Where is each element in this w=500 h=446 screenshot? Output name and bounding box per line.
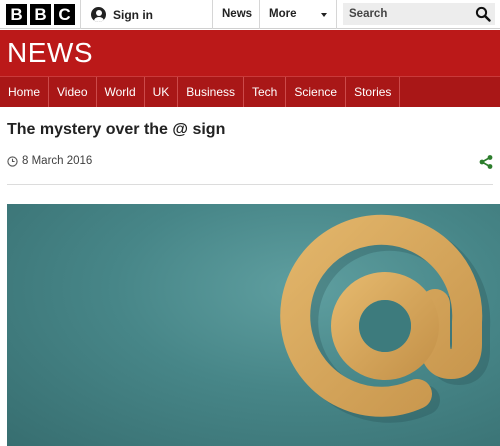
news-title[interactable]: NEWS bbox=[7, 37, 93, 69]
nav-item-video[interactable]: Video bbox=[49, 77, 97, 107]
search-placeholder: Search bbox=[349, 8, 388, 20]
divider bbox=[7, 184, 493, 185]
news-header: NEWS bbox=[0, 30, 500, 76]
topbar-link-news[interactable]: News bbox=[222, 0, 252, 29]
signin-button[interactable]: Sign in bbox=[91, 0, 153, 29]
bbc-logo-letter: B bbox=[6, 4, 27, 25]
chevron-down-icon[interactable] bbox=[321, 13, 327, 17]
nav-item-business[interactable]: Business bbox=[178, 77, 244, 107]
search-input[interactable]: Search bbox=[343, 3, 495, 25]
topbar-divider bbox=[259, 0, 260, 29]
search-icon[interactable] bbox=[475, 6, 491, 22]
user-icon bbox=[91, 7, 106, 22]
nav-item-uk[interactable]: UK bbox=[145, 77, 179, 107]
top-bar: B B C Sign in News More Search bbox=[0, 0, 500, 29]
share-icon[interactable] bbox=[479, 155, 493, 169]
nav-item-tech[interactable]: Tech bbox=[244, 77, 287, 107]
nav-item-science[interactable]: Science bbox=[286, 77, 347, 107]
nav-item-stories[interactable]: Stories bbox=[346, 77, 401, 107]
bbc-logo-letter: C bbox=[54, 4, 75, 25]
topbar-divider bbox=[80, 0, 81, 29]
topbar-link-more[interactable]: More bbox=[269, 0, 296, 29]
article-headline: The mystery over the @ sign bbox=[7, 121, 226, 138]
nav-item-home[interactable]: Home bbox=[0, 77, 50, 107]
primary-nav: Home Video World UK Business Tech Scienc… bbox=[0, 76, 500, 107]
topbar-divider bbox=[212, 0, 213, 29]
signin-label: Sign in bbox=[113, 7, 153, 22]
topbar-divider bbox=[336, 0, 337, 29]
at-sign-illustration bbox=[280, 214, 491, 423]
article-date-text: 8 March 2016 bbox=[22, 155, 93, 167]
article-hero-image bbox=[7, 204, 500, 446]
clock-icon bbox=[7, 155, 18, 167]
bbc-logo-letter: B bbox=[30, 4, 51, 25]
nav-item-world[interactable]: World bbox=[97, 77, 145, 107]
article-date: 8 March 2016 bbox=[7, 155, 92, 167]
bbc-logo[interactable]: B B C bbox=[6, 4, 75, 25]
